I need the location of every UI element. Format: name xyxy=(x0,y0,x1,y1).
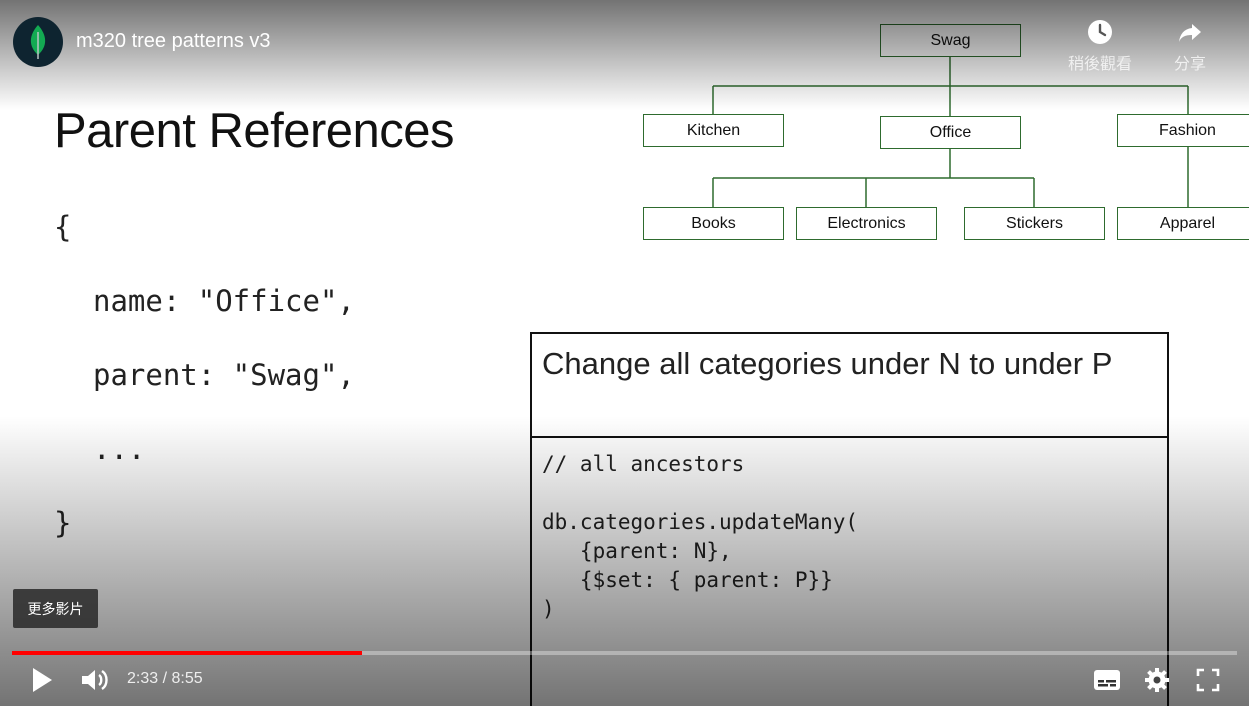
progress-played xyxy=(12,651,363,655)
share-label: 分享 xyxy=(1173,56,1206,73)
code-line: {$set: { parent: P}} xyxy=(542,568,833,592)
progress-bar[interactable] xyxy=(12,651,1237,655)
subtitles-button[interactable] xyxy=(1091,666,1123,694)
mongodb-leaf-icon xyxy=(30,25,46,59)
volume-icon xyxy=(82,670,108,690)
play-button[interactable] xyxy=(26,664,58,696)
share-arrow-icon xyxy=(1179,24,1201,42)
video-player[interactable]: Parent References { name: "Office", pare… xyxy=(0,0,1249,706)
time-display: 2:33 / 8:55 xyxy=(127,670,203,687)
watch-later-label: 稍後觀看 xyxy=(1067,56,1132,73)
tree-node-root: Swag xyxy=(880,24,1021,57)
more-videos-button[interactable]: 更多影片 xyxy=(13,589,98,628)
share-button[interactable]: 分享 xyxy=(1150,18,1230,74)
volume-button[interactable] xyxy=(78,664,112,696)
code-box-body: // all ancestors db.categories.updateMany… xyxy=(532,438,1167,636)
gear-icon xyxy=(1145,668,1169,692)
watch-later-button[interactable]: 稍後觀看 xyxy=(1060,18,1140,74)
fullscreen-icon xyxy=(1196,668,1220,692)
code-line: ) xyxy=(542,597,555,621)
tree-node: Apparel xyxy=(1117,207,1249,240)
tree-node: Books xyxy=(643,207,784,240)
tree-node: Stickers xyxy=(964,207,1105,240)
subtitles-icon xyxy=(1094,670,1120,690)
code-line: // all ancestors xyxy=(542,452,745,476)
tree-node: Office xyxy=(880,116,1021,149)
video-title[interactable]: m320 tree patterns v3 xyxy=(76,30,271,53)
code-line: db.categories.updateMany( xyxy=(542,510,859,534)
tree-node: Electronics xyxy=(796,207,937,240)
code-box: Change all categories under N to under P… xyxy=(530,332,1169,706)
channel-avatar[interactable] xyxy=(13,17,63,67)
fullscreen-button[interactable] xyxy=(1192,665,1224,695)
clock-icon xyxy=(1088,20,1112,44)
code-box-heading: Change all categories under N to under P xyxy=(532,334,1167,438)
settings-button[interactable] xyxy=(1141,665,1173,695)
tree-node: Kitchen xyxy=(643,114,784,147)
code-line: {parent: N}, xyxy=(542,539,732,563)
play-icon xyxy=(33,668,52,692)
tree-node: Fashion xyxy=(1117,114,1249,147)
